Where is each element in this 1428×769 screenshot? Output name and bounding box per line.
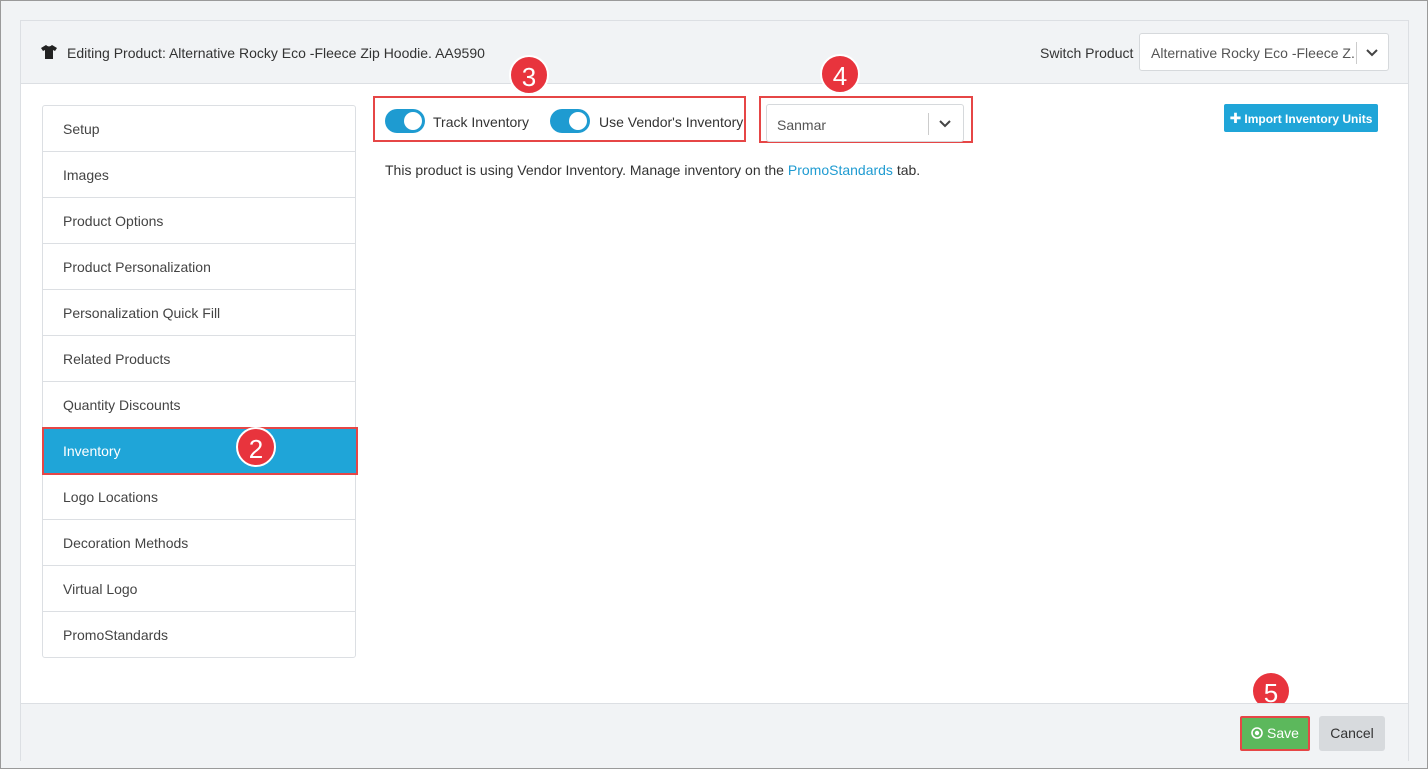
chevron-down-icon[interactable] <box>1366 49 1378 57</box>
sidebar-item-decoration-methods[interactable]: Decoration Methods <box>43 520 355 566</box>
sidebar-item-promostandards[interactable]: PromoStandards <box>43 612 355 658</box>
sidebar-item-product-personalization[interactable]: Product Personalization <box>43 244 355 290</box>
save-circle-icon <box>1251 727 1263 739</box>
sidebar-item-product-options[interactable]: Product Options <box>43 198 355 244</box>
screenshot-frame: Editing Product: Alternative Rocky Eco -… <box>0 0 1428 769</box>
switch-product-value: Alternative Rocky Eco -Fleece Z... <box>1151 45 1355 61</box>
product-sidebar: Setup Images Product Options Product Per… <box>42 105 358 658</box>
vendor-inventory-toggle[interactable] <box>550 109 590 133</box>
modal-footer: Save Cancel <box>21 703 1408 761</box>
info-suffix: tab. <box>892 162 921 178</box>
info-prefix: This product is using Vendor Inventory. … <box>385 162 788 178</box>
import-inventory-button[interactable]: ✚ Import Inventory Units <box>1224 104 1378 132</box>
chevron-down-icon[interactable] <box>939 120 951 128</box>
edit-product-modal: Editing Product: Alternative Rocky Eco -… <box>20 20 1409 761</box>
vendor-inventory-info: This product is using Vendor Inventory. … <box>385 162 920 178</box>
track-inventory-label: Track Inventory <box>433 114 529 130</box>
sidebar-item-logo-locations[interactable]: Logo Locations <box>43 474 355 520</box>
sidebar-item-inventory[interactable]: Inventory <box>42 427 358 475</box>
page-title: Editing Product: Alternative Rocky Eco -… <box>67 45 485 61</box>
callout-3: 3 <box>509 55 549 95</box>
select-separator <box>1356 42 1357 64</box>
select-separator <box>928 113 929 135</box>
tshirt-icon <box>41 45 57 59</box>
sidebar-item-images[interactable]: Images <box>43 152 355 198</box>
toggle-knob <box>404 112 422 130</box>
save-label: Save <box>1267 725 1299 741</box>
plus-icon: ✚ <box>1229 110 1242 126</box>
vendor-inventory-label: Use Vendor's Inventory <box>599 114 744 130</box>
modal-header: Editing Product: Alternative Rocky Eco -… <box>21 21 1408 84</box>
sidebar-item-related-products[interactable]: Related Products <box>43 336 355 382</box>
track-inventory-toggle[interactable] <box>385 109 425 133</box>
cancel-button[interactable]: Cancel <box>1319 716 1385 751</box>
sidebar-item-personalization-quick-fill[interactable]: Personalization Quick Fill <box>43 290 355 336</box>
vendor-select-value: Sanmar <box>777 117 827 133</box>
sidebar-item-virtual-logo[interactable]: Virtual Logo <box>43 566 355 612</box>
vendor-select[interactable]: Sanmar <box>766 104 964 142</box>
sidebar-item-setup[interactable]: Setup <box>43 106 355 152</box>
switch-product-select[interactable]: Alternative Rocky Eco -Fleece Z... <box>1139 33 1389 71</box>
import-inventory-label: Import Inventory Units <box>1244 112 1373 126</box>
callout-4: 4 <box>820 54 860 94</box>
save-button[interactable]: Save <box>1240 716 1310 751</box>
switch-product-label: Switch Product <box>1040 45 1134 61</box>
promostandards-link[interactable]: PromoStandards <box>788 162 893 178</box>
toggle-knob <box>569 112 587 130</box>
callout-2: 2 <box>236 427 276 467</box>
sidebar-item-quantity-discounts[interactable]: Quantity Discounts <box>43 382 355 428</box>
